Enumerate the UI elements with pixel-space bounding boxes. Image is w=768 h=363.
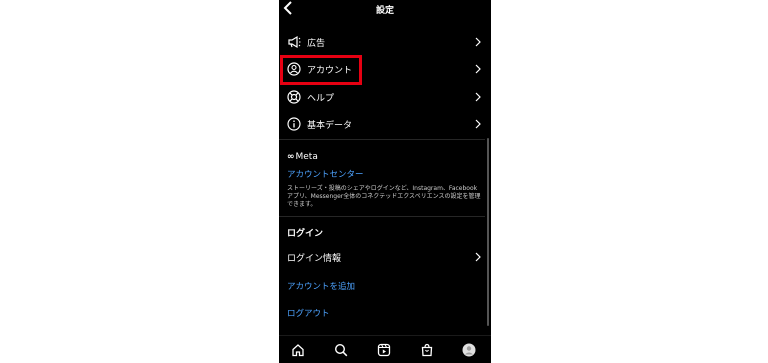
meta-logo: ∞Meta xyxy=(287,152,318,162)
top-bar: 設定 xyxy=(279,0,491,18)
chevron-right-icon xyxy=(475,37,481,47)
highlight-box xyxy=(280,55,362,85)
chevron-right-icon xyxy=(475,252,481,262)
meta-infinity-icon: ∞ xyxy=(287,152,295,162)
megaphone-icon xyxy=(288,35,301,49)
account-center-link[interactable]: アカウントセンター xyxy=(287,168,364,180)
login-section-title: ログイン xyxy=(287,229,324,239)
logout-link[interactable]: ログアウト xyxy=(287,307,330,319)
shop-icon[interactable] xyxy=(420,343,434,357)
menu-item-ads[interactable]: 広告 xyxy=(279,30,491,56)
home-icon[interactable] xyxy=(291,343,305,357)
reels-icon[interactable] xyxy=(377,343,391,357)
menu-item-about[interactable]: 基本データ xyxy=(279,112,491,138)
add-account-link[interactable]: アカウントを追加 xyxy=(287,280,355,292)
lifebuoy-icon xyxy=(287,90,301,104)
search-icon[interactable] xyxy=(334,343,348,357)
meta-description: ストーリーズ・投稿のシェアやログインなど、Instagram、Facebookア… xyxy=(287,185,481,208)
login-info-label: ログイン情報 xyxy=(287,254,342,264)
chevron-right-icon xyxy=(475,119,481,129)
profile-icon[interactable] xyxy=(462,343,476,357)
bottom-nav xyxy=(279,335,491,363)
divider xyxy=(279,139,485,140)
chevron-right-icon xyxy=(475,92,481,102)
menu-item-label: 広告 xyxy=(307,39,326,49)
meta-logo-text: Meta xyxy=(295,152,318,162)
login-info-item[interactable]: ログイン情報 xyxy=(279,245,491,271)
scrollbar[interactable] xyxy=(487,138,489,326)
menu-item-help[interactable]: ヘルプ xyxy=(279,85,491,111)
menu-item-label: 基本データ xyxy=(307,121,353,131)
divider xyxy=(279,216,485,217)
menu-item-label: ヘルプ xyxy=(307,94,335,104)
info-icon xyxy=(287,117,301,131)
chevron-right-icon xyxy=(475,64,481,74)
page-title: 設定 xyxy=(375,6,394,16)
